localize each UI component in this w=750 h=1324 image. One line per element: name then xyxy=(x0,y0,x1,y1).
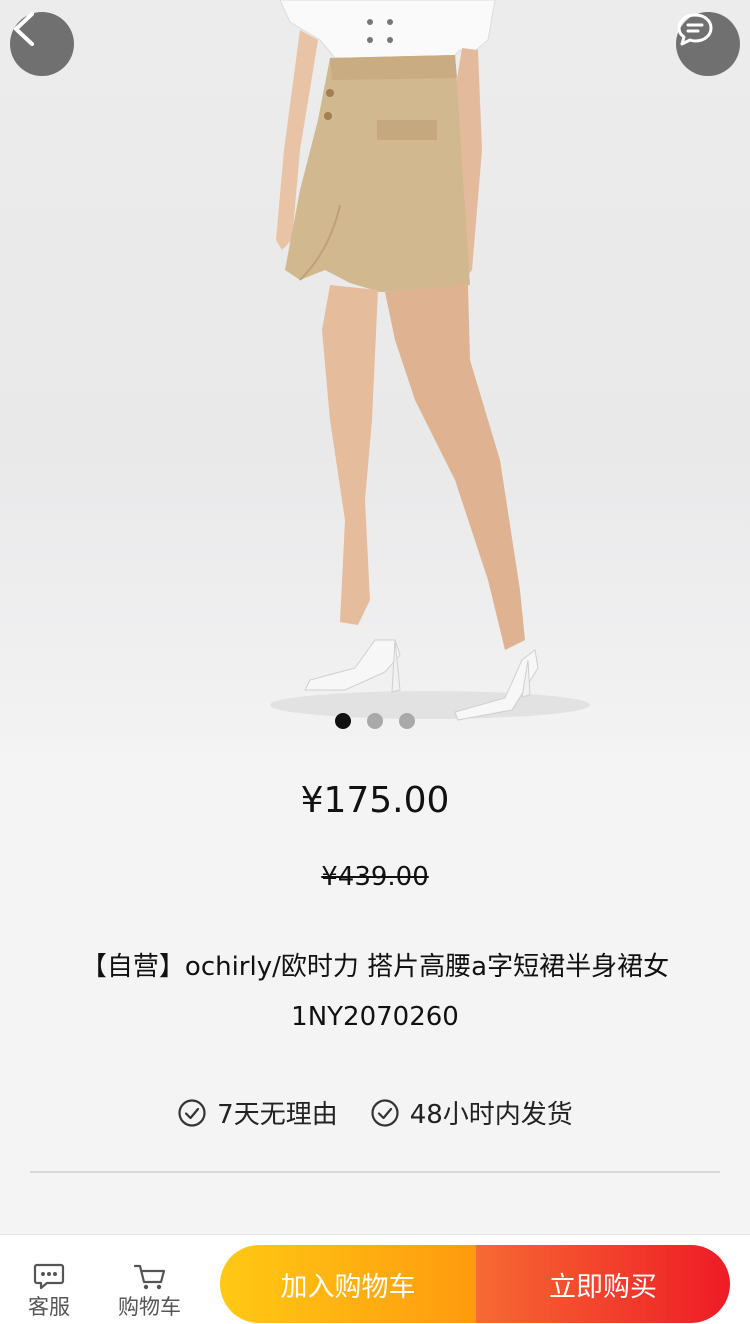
guarantee-item: 48小时内发货 xyxy=(370,1094,573,1131)
product-photo xyxy=(270,0,590,721)
product-info: ¥175.00 ¥439.00 【自营】ochirly/欧时力 搭片高腰a字短裙… xyxy=(0,750,750,1214)
customer-service-label: 客服 xyxy=(28,1295,70,1319)
add-to-cart-button[interactable]: 加入购物车 xyxy=(220,1245,476,1323)
guarantee-label: 48小时内发货 xyxy=(409,1100,573,1130)
cart-button[interactable]: 购物车 xyxy=(118,1263,181,1321)
buy-now-button[interactable]: 立即购买 xyxy=(476,1245,730,1323)
bottom-action-bar: 客服 购物车 加入购物车 立即购买 xyxy=(0,1234,750,1324)
guarantee-item: 7天无理由 xyxy=(177,1094,338,1131)
chat-bubble-icon xyxy=(677,13,713,46)
product-title: 【自营】ochirly/欧时力 搭片高腰a字短裙半身裙女1NY2070260 xyxy=(80,952,670,1032)
customer-service-button[interactable]: 客服 xyxy=(28,1263,70,1321)
product-image-carousel[interactable] xyxy=(0,0,750,750)
divider xyxy=(30,1171,720,1173)
current-price: ¥175.00 xyxy=(300,780,450,821)
chevron-left-icon xyxy=(14,12,34,46)
carousel-dot[interactable] xyxy=(335,713,351,729)
shopping-cart-icon xyxy=(133,1264,165,1290)
original-price: ¥439.00 xyxy=(321,862,429,892)
cart-label: 购物车 xyxy=(118,1295,181,1319)
back-button[interactable] xyxy=(10,12,74,76)
chat-dots-icon xyxy=(33,1263,65,1290)
carousel-dot[interactable] xyxy=(367,713,383,729)
carousel-dot[interactable] xyxy=(399,713,415,729)
check-circle-icon xyxy=(178,1098,206,1127)
carousel-indicator xyxy=(0,713,750,729)
guarantee-label: 7天无理由 xyxy=(217,1100,338,1130)
message-button[interactable] xyxy=(676,12,740,76)
service-guarantees: 7天无理由 48小时内发货 xyxy=(0,1094,750,1131)
check-circle-icon xyxy=(371,1098,399,1127)
purchase-buttons: 加入购物车 立即购买 xyxy=(220,1245,730,1323)
